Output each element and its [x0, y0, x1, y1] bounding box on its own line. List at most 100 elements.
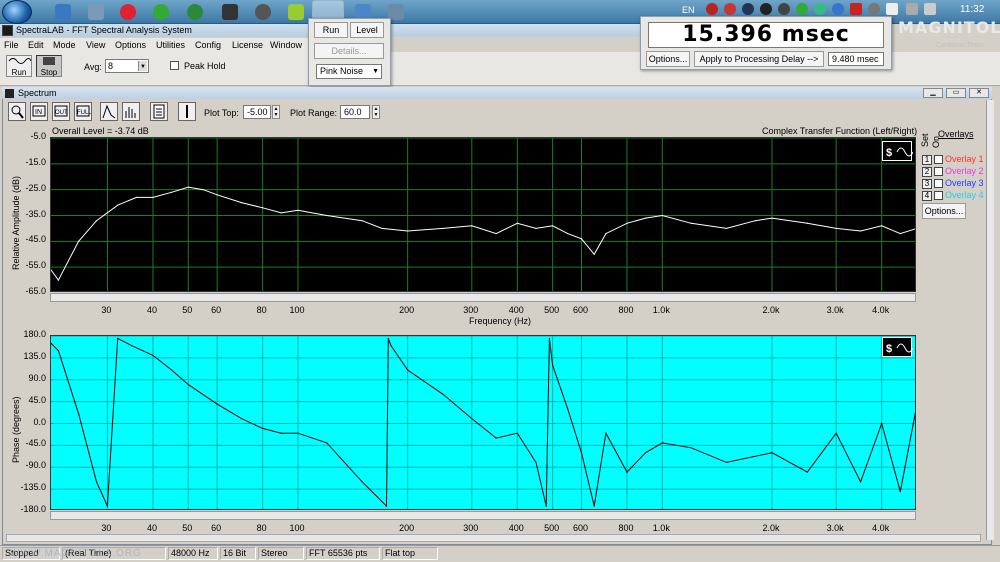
amplitude-plot[interactable] [50, 137, 916, 292]
data-point [754, 220, 756, 222]
processing-delay-field[interactable]: 9.480 msec [828, 52, 884, 66]
language-indicator[interactable]: EN [682, 5, 695, 15]
amplitude-y-tick: -55.0 [25, 260, 46, 271]
overlay-set-button[interactable]: 4 [922, 190, 932, 201]
amplitude-x-tick: 4.0k [872, 305, 890, 315]
menu-edit[interactable]: Edit [28, 38, 44, 52]
menu-mode[interactable]: Mode [53, 38, 76, 52]
network-icon[interactable] [906, 3, 918, 15]
tray-icon[interactable] [778, 3, 790, 15]
overlay-set-button[interactable]: 2 [922, 166, 932, 177]
plot-top-spinner[interactable]: ▲ ▼ [272, 105, 280, 119]
tray-icon[interactable] [832, 3, 844, 15]
close-button[interactable]: ✕ [969, 88, 989, 98]
chrome-icon[interactable] [120, 4, 136, 20]
menu-view[interactable]: View [86, 38, 105, 52]
tray-icon[interactable] [868, 3, 880, 15]
phase-x-tick: 60 [211, 523, 222, 533]
data-point [593, 253, 595, 255]
tray-icon[interactable] [724, 3, 736, 15]
taskbar-app-icon[interactable] [187, 4, 203, 20]
flag-icon[interactable] [706, 3, 718, 15]
menu-license[interactable]: License [232, 38, 263, 52]
zoom-full-icon[interactable]: FULL [74, 102, 92, 121]
start-button[interactable] [2, 0, 32, 24]
menu-bar: File Edit Mode View Options Utilities Co… [0, 38, 310, 52]
amplitude-x-tick: 600 [572, 305, 588, 315]
menu-options[interactable]: Options [115, 38, 146, 52]
report-icon[interactable] [150, 102, 168, 121]
plot-range-field[interactable]: 60.0 [340, 105, 370, 119]
line-display-icon[interactable] [100, 102, 118, 121]
run-button[interactable]: Run [6, 55, 32, 77]
menu-utilities[interactable]: Utilities [156, 38, 185, 52]
taskbar-app-icon[interactable] [222, 4, 238, 20]
phase-scrollbar[interactable] [50, 511, 916, 520]
data-point [567, 232, 569, 235]
overlay-set-button[interactable]: 3 [922, 178, 932, 189]
amplitude-x-tick: 2.0k [762, 305, 780, 315]
menu-config[interactable]: Config [195, 38, 221, 52]
overlay-set-button[interactable]: 1 [922, 154, 932, 165]
zoom-in-icon[interactable]: IN [30, 102, 48, 121]
data-point [385, 505, 388, 507]
apply-delay-button[interactable]: Apply to Processing Delay --> [694, 51, 824, 67]
data-point [117, 204, 119, 206]
restore-button[interactable]: ▭ [946, 88, 966, 98]
volume-icon[interactable] [924, 3, 936, 15]
tray-icon[interactable] [760, 3, 772, 15]
plot-range-spinner[interactable]: ▲ ▼ [372, 105, 380, 119]
zoom-icon[interactable] [8, 102, 26, 121]
menu-window[interactable]: Window [270, 38, 302, 52]
delay-options-button[interactable]: Options... [646, 51, 690, 67]
trace-type-icon[interactable]: $ [882, 141, 914, 161]
taskbar-app-icon[interactable] [288, 4, 304, 20]
overlay-on-checkbox[interactable] [934, 191, 943, 201]
overlay-on-checkbox[interactable] [934, 155, 943, 165]
overlay-options-button[interactable]: Options... [922, 203, 966, 219]
chevron-down-icon[interactable]: ▼ [138, 61, 147, 71]
overlays-label: Overlays [938, 129, 974, 139]
amplitude-x-tick: 300 [463, 305, 479, 315]
trace-type-icon[interactable]: $ [882, 337, 914, 357]
overlay-on-checkbox[interactable] [934, 179, 943, 189]
horizontal-scrollbar[interactable] [6, 534, 981, 542]
taskbar-app-icon[interactable] [88, 4, 104, 20]
flag-tray-icon[interactable] [886, 3, 898, 15]
generator-run-button[interactable]: Run [314, 22, 348, 38]
tray-icon[interactable] [814, 3, 826, 15]
generator-level-button[interactable]: Level [350, 22, 384, 38]
overlay-name: Overlay 3 [945, 178, 984, 188]
data-point [390, 345, 392, 347]
phase-x-tick: 50 [182, 523, 193, 533]
plot-top-field[interactable]: -5.00 [243, 105, 271, 119]
phase-x-tick: 100 [289, 523, 305, 533]
overlay-on-checkbox[interactable] [934, 167, 943, 177]
taskbar-app-icon[interactable] [55, 4, 71, 20]
bar-display-icon[interactable] [122, 102, 140, 121]
peak-hold-checkbox[interactable] [170, 61, 179, 70]
plot-top-label: Plot Top: [204, 108, 239, 118]
stop-button[interactable]: Stop [36, 55, 62, 77]
tray-icon[interactable] [850, 3, 862, 15]
taskbar-app-icon[interactable] [153, 4, 169, 20]
clock[interactable]: 11:32 [960, 4, 984, 15]
chevron-down-icon[interactable]: ▼ [372, 65, 379, 78]
phase-y-tick: -135.0 [20, 482, 46, 493]
zoom-out-icon[interactable]: OUT [52, 102, 70, 121]
data-point [387, 337, 389, 340]
minimize-button[interactable]: ▁ [923, 88, 943, 98]
taskbar-app-icon[interactable] [255, 4, 271, 20]
avg-select[interactable]: 8 ▼ [105, 59, 149, 73]
stop-button-label: Stop [40, 68, 58, 77]
phase-plot[interactable] [50, 335, 916, 510]
vertical-scrollbar[interactable] [986, 100, 994, 540]
amplitude-scrollbar[interactable] [50, 293, 916, 302]
tray-icon[interactable] [796, 3, 808, 15]
cursor-icon[interactable] [178, 102, 196, 121]
tray-icon[interactable] [742, 3, 754, 15]
amplitude-x-tick: 50 [182, 305, 193, 315]
generator-details-button: Details... [314, 43, 384, 59]
menu-file[interactable]: File [4, 38, 19, 52]
generator-type-select[interactable]: Pink Noise ▼ [316, 64, 382, 79]
